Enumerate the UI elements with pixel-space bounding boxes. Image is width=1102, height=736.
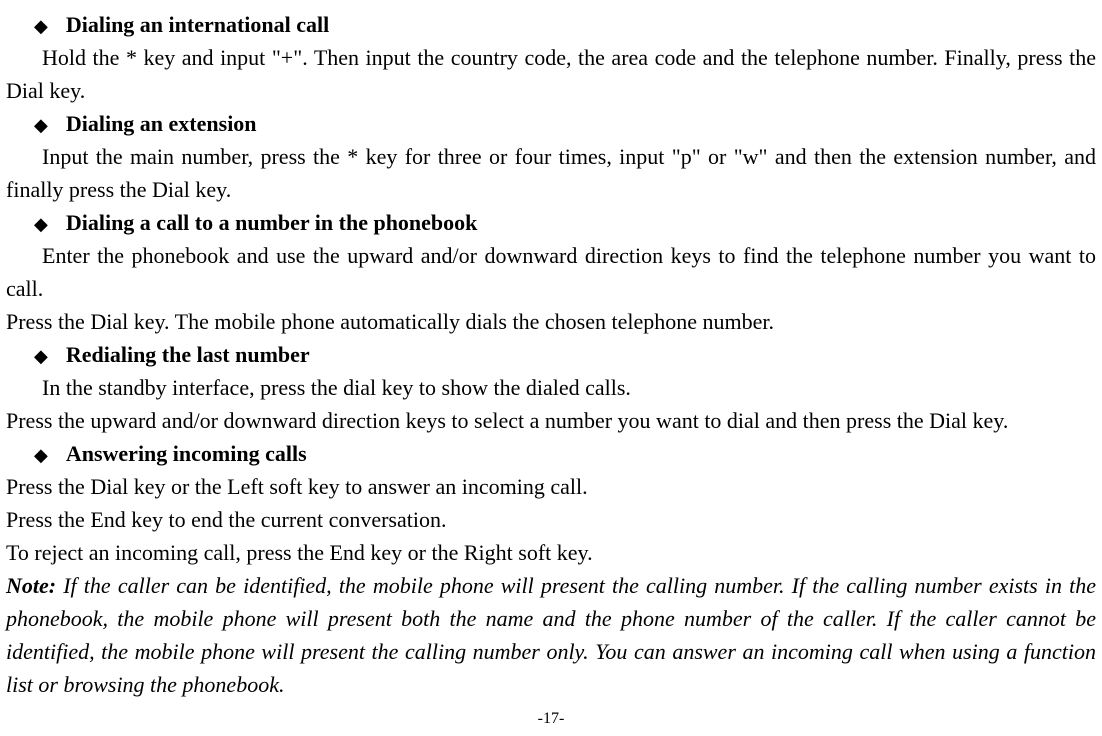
diamond-bullet-icon: ◆ — [34, 13, 48, 40]
diamond-bullet-icon: ◆ — [34, 442, 48, 469]
section-body: To reject an incoming call, press the En… — [6, 536, 1096, 569]
diamond-bullet-icon: ◆ — [34, 211, 48, 238]
section-title: Dialing a call to a number in the phoneb… — [66, 206, 478, 239]
section-body: Press the upward and/or downward directi… — [6, 404, 1096, 437]
page-number: -17- — [6, 707, 1096, 731]
note-text: If the caller can be identified, the mob… — [6, 573, 1096, 697]
section-title: Redialing the last number — [66, 338, 310, 371]
diamond-bullet-icon: ◆ — [34, 343, 48, 370]
section-body: Press the Dial key. The mobile phone aut… — [6, 305, 1096, 338]
note-paragraph: Note: If the caller can be identified, t… — [6, 569, 1096, 701]
section-body: Press the Dial key or the Left soft key … — [6, 470, 1096, 503]
section-header-phonebook: ◆ Dialing a call to a number in the phon… — [34, 206, 1096, 239]
section-header-extension: ◆ Dialing an extension — [34, 107, 1096, 140]
section-title: Answering incoming calls — [66, 437, 307, 470]
section-header-international: ◆ Dialing an international call — [34, 8, 1096, 41]
section-header-redial: ◆ Redialing the last number — [34, 338, 1096, 371]
note-label: Note: — [6, 573, 56, 598]
section-header-answering: ◆ Answering incoming calls — [34, 437, 1096, 470]
diamond-bullet-icon: ◆ — [34, 112, 48, 139]
section-body: Input the main number, press the * key f… — [6, 140, 1096, 206]
section-body: Hold the * key and input "+". Then input… — [6, 41, 1096, 107]
section-body: In the standby interface, press the dial… — [6, 371, 1096, 404]
section-body: Enter the phonebook and use the upward a… — [6, 239, 1096, 305]
section-body: Press the End key to end the current con… — [6, 503, 1096, 536]
section-title: Dialing an international call — [66, 8, 329, 41]
section-title: Dialing an extension — [66, 107, 257, 140]
